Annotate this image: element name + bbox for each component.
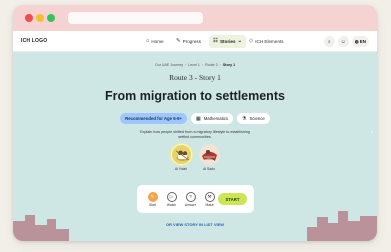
pencil-icon: ✎ [147, 191, 158, 202]
nav-item-label: ICH Elements [255, 39, 284, 44]
play-icon: ▷ [166, 191, 177, 202]
action-watch[interactable]: ▷ Watch [162, 191, 181, 207]
search-icon: ⌕ [327, 38, 331, 45]
site-logo[interactable]: ICH LOGO [21, 38, 47, 44]
action-answer[interactable]: ? Answer [181, 191, 200, 207]
action-label: Watch [166, 202, 177, 207]
list-view-link[interactable]: OR VIEW STORY IN LIST VIEW [13, 222, 377, 227]
action-start[interactable]: ✎ Start [143, 191, 162, 207]
nav-item-label: Home [151, 39, 164, 44]
story-tags: Recommended for Age 6-9+ ▦ Mathematics ⚗… [13, 113, 377, 124]
page-title: From migration to settlements [105, 89, 285, 103]
action-label: Answer [185, 202, 196, 207]
action-label: Make [205, 202, 214, 207]
story-actions-panel: ✎ Start ▷ Watch ? Answer ⚒ Make START [137, 185, 254, 213]
globe-icon: ◍ [354, 38, 359, 44]
home-icon: ⌂ [146, 37, 150, 44]
nav-item-label: Stories [219, 39, 236, 44]
breadcrumb: Our UAE Journey › Level 1 › Route 3 › Story 1 [13, 63, 377, 67]
buildings-illustration-left [13, 213, 73, 241]
nav-actions: ⌕ ☺ ◍ EN [323, 36, 369, 47]
ich-element-label: Al Yolah [174, 167, 188, 171]
breadcrumb-current: Story 1 [222, 63, 236, 67]
minimize-window-button[interactable] [36, 14, 44, 22]
subject-tag-science: ⚗ Science [237, 113, 270, 124]
close-window-button[interactable] [25, 14, 33, 22]
user-icon: ☺ [340, 38, 346, 45]
story-description: Explain how people shifted from a migrat… [140, 130, 250, 139]
ich-element-al-yolah[interactable]: Al Yolah [170, 144, 192, 171]
al-sadu-image [198, 144, 220, 165]
calculator-icon: ▦ [195, 115, 201, 122]
sliders-icon: ☷ [213, 37, 218, 44]
nav-item-ich-elements[interactable]: ◇ ICH Elements [249, 37, 284, 46]
subject-tag-mathematics: ▦ Mathematics [190, 113, 234, 124]
nav-item-stories[interactable]: ☷ Stories ⌄ [209, 35, 247, 48]
age-tag: Recommended for Age 6-9+ [120, 113, 187, 124]
diamond-icon: ◇ [249, 37, 254, 44]
breadcrumb-separator: › [185, 63, 187, 67]
breadcrumb-item[interactable]: Level 1 [188, 63, 200, 67]
action-label: Start [149, 202, 156, 207]
nav-item-label: Progress [182, 39, 201, 44]
route-title: Route 3 - Story 1 [169, 73, 221, 82]
maximize-window-button[interactable] [47, 14, 55, 22]
browser-chrome [13, 5, 377, 31]
search-button[interactable]: ⌕ [323, 36, 335, 47]
user-button[interactable]: ☺ [337, 36, 349, 47]
flask-icon: ⚗ [242, 115, 247, 122]
pencil-icon: ✎ [176, 37, 181, 44]
language-selector[interactable]: ◍ EN [351, 36, 369, 47]
subject-label: Science [249, 116, 265, 121]
ich-elements-list: Al Yolah Al Sadu [13, 144, 377, 171]
ich-element-label: Al Sadu [203, 167, 215, 171]
chevron-down-icon: ⌄ [237, 37, 243, 44]
nav-item-home[interactable]: ⌂ Home [146, 37, 164, 46]
address-bar[interactable] [68, 12, 203, 24]
breadcrumb-item[interactable]: Route 3 [205, 63, 218, 67]
start-button[interactable]: START [218, 193, 247, 205]
story-overview: › Our UAE Journey › Level 1 › Route 3 › Story … [13, 52, 377, 241]
tools-icon: ⚒ [204, 191, 215, 202]
breadcrumb-separator: › [219, 63, 221, 67]
breadcrumb-separator: › [201, 63, 204, 67]
al-yolah-image [170, 144, 192, 165]
nav-item-progress[interactable]: ✎ Progress [176, 37, 201, 46]
breadcrumb-item[interactable]: Our UAE Journey [155, 63, 183, 67]
browser-window: ICH LOGO ⌂ Home ✎ Progress ☷ Stories ⌄ ◇… [13, 5, 377, 241]
next-story-arrow[interactable]: › [371, 130, 373, 136]
language-code: EN [359, 39, 366, 44]
question-icon: ? [185, 191, 196, 202]
subject-label: Mathematics [203, 116, 229, 121]
top-navigation: ICH LOGO ⌂ Home ✎ Progress ☷ Stories ⌄ ◇… [13, 31, 377, 52]
action-make[interactable]: ⚒ Make [200, 191, 219, 207]
ich-element-al-sadu[interactable]: Al Sadu [198, 144, 220, 171]
